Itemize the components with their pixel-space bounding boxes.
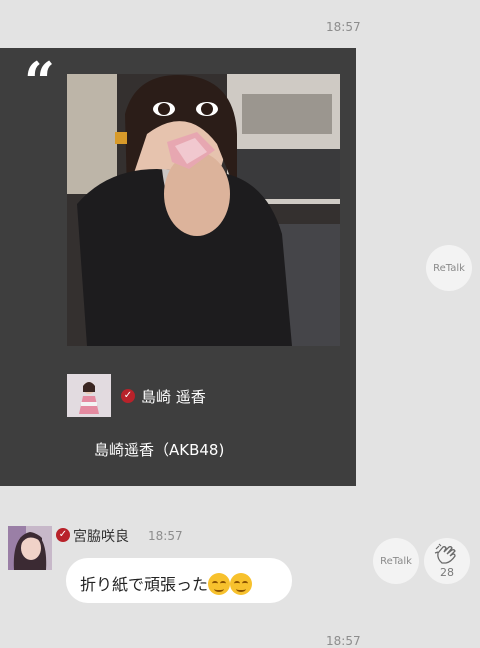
message-timestamp: 18:57 <box>326 634 361 648</box>
retalk-button-label: ReTalk <box>380 555 412 567</box>
smiling-face-icon <box>208 573 231 595</box>
quote-mark-icon: “ <box>24 50 56 114</box>
verified-badge-icon: ✓ <box>56 528 70 542</box>
retalk-button[interactable]: ReTalk <box>373 538 419 584</box>
message-bubble[interactable]: 折り紙で頑張った <box>66 558 292 603</box>
clap-icon <box>434 543 456 564</box>
retalk-author-name[interactable]: 島崎 遥香 <box>141 386 206 407</box>
retalk-button-label: ReTalk <box>433 262 465 274</box>
author-avatar[interactable] <box>67 374 111 417</box>
verified-badge-icon: ✓ <box>121 389 135 403</box>
retalk-caption: 島崎遥香（AKB48) <box>94 441 225 459</box>
retalk-photo[interactable] <box>67 74 340 346</box>
message-text: 折り紙で頑張った <box>80 575 209 594</box>
clap-button[interactable]: 28 <box>424 538 470 584</box>
retalk-button[interactable]: ReTalk <box>426 245 472 291</box>
sender-name[interactable]: 宮脇咲良 <box>73 526 129 546</box>
sender-avatar[interactable] <box>8 526 52 570</box>
message-timestamp: 18:57 <box>148 529 183 543</box>
message-timestamp: 18:57 <box>326 20 361 34</box>
clap-count: 28 <box>440 566 454 579</box>
smiling-face-icon <box>230 573 253 595</box>
